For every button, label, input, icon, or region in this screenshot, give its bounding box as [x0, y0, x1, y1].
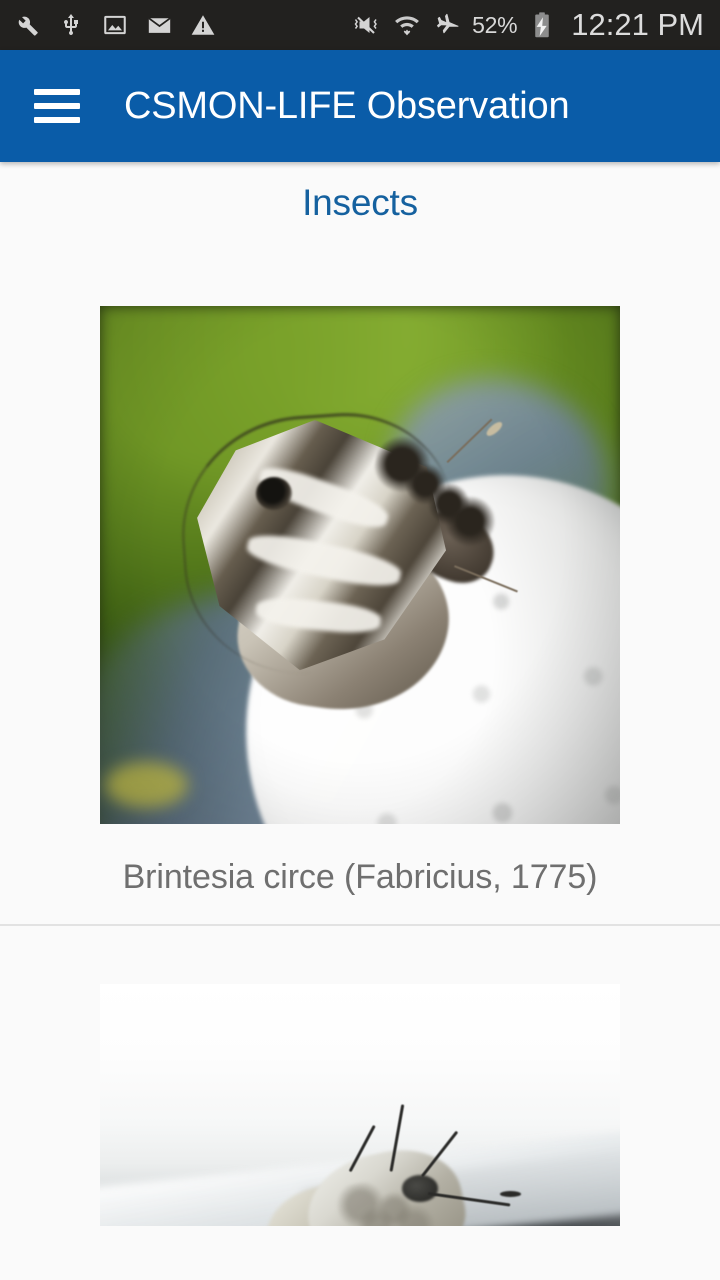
email-icon: [144, 10, 174, 40]
airplane-mode-icon: [432, 10, 462, 40]
status-bar: 52% 12:21 PM: [0, 0, 720, 50]
observation-item[interactable]: Brintesia circe (Fabricius, 1775): [0, 224, 720, 926]
observation-photo[interactable]: [100, 984, 620, 1226]
usb-icon: [56, 10, 86, 40]
photo2-butterfly-head: [401, 1175, 438, 1202]
hamburger-bar-1: [34, 89, 80, 95]
hamburger-menu-icon[interactable]: [34, 89, 80, 123]
photo-vignette: [100, 306, 620, 824]
spacer-below-photo-1: [0, 824, 720, 858]
spacer-above-divider: [0, 897, 720, 924]
status-bar-left-icons: [12, 10, 218, 40]
hamburger-bar-2: [34, 103, 80, 109]
wrench-icon: [12, 10, 42, 40]
content-area[interactable]: Insects Brintesia circe (Fabricius, 1775…: [0, 162, 720, 1280]
hamburger-bar-3: [34, 117, 80, 123]
battery-charging-icon: [527, 10, 557, 40]
observation-photo[interactable]: [100, 306, 620, 824]
observation-caption: Brintesia circe (Fabricius, 1775): [122, 858, 598, 896]
app-bar-title: CSMON-LIFE Observation: [124, 84, 570, 127]
section-title: Insects: [302, 182, 418, 223]
app-screen: 52% 12:21 PM CSMON-LIFE Observation Inse…: [0, 0, 720, 1280]
mute-vibrate-icon: [352, 10, 382, 40]
app-bar: CSMON-LIFE Observation: [0, 50, 720, 162]
status-bar-clock: 12:21 PM: [571, 7, 704, 42]
warning-icon: [188, 10, 218, 40]
image-icon: [100, 10, 130, 40]
photo2-butterfly-antenna-tip: [500, 1191, 522, 1197]
status-bar-right-icons: 52% 12:21 PM: [352, 7, 704, 43]
spacer-above-photo-1: [0, 224, 720, 306]
wifi-icon: [392, 10, 422, 40]
observation-list: Brintesia circe (Fabricius, 1775): [0, 224, 720, 1226]
observation-item[interactable]: [0, 926, 720, 1226]
spacer-above-photo-2: [0, 926, 720, 984]
battery-percent-label: 52%: [472, 11, 518, 38]
